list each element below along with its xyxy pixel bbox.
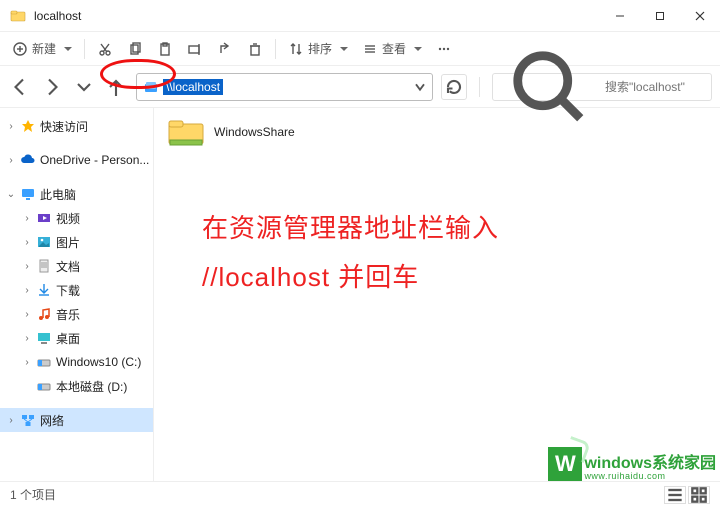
star-icon — [20, 118, 36, 134]
watermark-line1: windows系统家园 — [584, 456, 716, 472]
list-item[interactable]: WindowsShare — [168, 118, 706, 146]
sidebar-item-desktop[interactable]: ›桌面 — [0, 326, 153, 350]
forward-button[interactable] — [40, 75, 64, 99]
sidebar-label: 下载 — [56, 282, 80, 299]
sidebar-item-videos[interactable]: ›视频 — [0, 206, 153, 230]
refresh-button[interactable] — [441, 74, 467, 100]
main-area: ›快速访问 ›OneDrive - Person... ⌄此电脑 ›视频 ›图片… — [0, 108, 720, 481]
back-button[interactable] — [8, 75, 32, 99]
sidebar-label: Windows10 (C:) — [56, 355, 141, 369]
maximize-button[interactable] — [640, 0, 680, 32]
sidebar-label: 文档 — [56, 258, 80, 275]
delete-button[interactable] — [241, 35, 269, 63]
recent-dropdown[interactable] — [72, 75, 96, 99]
picture-icon — [36, 234, 52, 250]
sidebar-item-network[interactable]: ›网络 — [0, 408, 153, 432]
video-icon — [36, 210, 52, 226]
music-icon — [36, 306, 52, 322]
sidebar-item-drive-c[interactable]: ›Windows10 (C:) — [0, 350, 153, 374]
address-dropdown[interactable] — [412, 79, 428, 95]
view-button[interactable]: 查看 — [356, 35, 428, 63]
sidebar-label: 桌面 — [56, 330, 80, 347]
sidebar-item-drive-d[interactable]: 本地磁盘 (D:) — [0, 374, 153, 398]
minimize-button[interactable] — [600, 0, 640, 32]
view-button-label: 查看 — [382, 40, 406, 57]
window-title: localhost — [34, 9, 81, 23]
network-icon — [20, 412, 36, 428]
new-button-label: 新建 — [32, 40, 56, 57]
download-icon — [36, 282, 52, 298]
sidebar-label: OneDrive - Person... — [40, 153, 149, 167]
document-icon — [36, 258, 52, 274]
pc-icon — [20, 186, 36, 202]
search-box[interactable] — [492, 73, 712, 101]
up-button[interactable] — [104, 75, 128, 99]
sidebar-item-quick-access[interactable]: ›快速访问 — [0, 114, 153, 138]
address-bar[interactable]: \\localhost — [136, 73, 433, 101]
rename-button[interactable] — [181, 35, 209, 63]
sidebar-item-music[interactable]: ›音乐 — [0, 302, 153, 326]
overlay-line1: 在资源管理器地址栏输入 — [202, 204, 499, 253]
sidebar-item-downloads[interactable]: ›下载 — [0, 278, 153, 302]
watermark-badge: W — [548, 447, 582, 481]
status-bar: 1 个项目 — [0, 481, 720, 507]
cut-button[interactable] — [91, 35, 119, 63]
sort-button-label: 排序 — [308, 40, 332, 57]
separator — [275, 39, 276, 59]
separator — [84, 39, 85, 59]
new-button[interactable]: 新建 — [6, 35, 78, 63]
sidebar-item-this-pc[interactable]: ⌄此电脑 — [0, 182, 153, 206]
separator — [479, 77, 480, 97]
search-input[interactable] — [605, 80, 705, 94]
desktop-icon — [36, 330, 52, 346]
details-view-button[interactable] — [664, 486, 686, 504]
location-icon — [143, 79, 159, 95]
sidebar-label: 音乐 — [56, 306, 80, 323]
paste-button[interactable] — [151, 35, 179, 63]
sidebar-item-onedrive[interactable]: ›OneDrive - Person... — [0, 148, 153, 172]
watermark-line2: www.ruihaidu.com — [584, 472, 716, 481]
view-mode-toggle — [664, 486, 710, 504]
item-count: 1 个项目 — [10, 486, 56, 503]
icons-view-button[interactable] — [688, 486, 710, 504]
copy-button[interactable] — [121, 35, 149, 63]
sidebar-label: 图片 — [56, 234, 80, 251]
sidebar-item-pictures[interactable]: ›图片 — [0, 230, 153, 254]
sidebar: ›快速访问 ›OneDrive - Person... ⌄此电脑 ›视频 ›图片… — [0, 108, 154, 481]
drive-icon — [36, 354, 52, 370]
sidebar-label: 此电脑 — [40, 186, 76, 203]
sidebar-item-documents[interactable]: ›文档 — [0, 254, 153, 278]
address-text: \\localhost — [163, 79, 223, 95]
titlebar: localhost — [0, 0, 720, 32]
sidebar-label: 视频 — [56, 210, 80, 227]
sort-button[interactable]: 排序 — [282, 35, 354, 63]
sidebar-label: 网络 — [40, 412, 64, 429]
more-button[interactable] — [430, 35, 458, 63]
sidebar-label: 快速访问 — [40, 118, 88, 135]
instruction-overlay: 在资源管理器地址栏输入 //localhost 并回车 — [202, 204, 499, 303]
toolbar: 新建 排序 查看 — [0, 32, 720, 66]
nav-row: \\localhost — [0, 66, 720, 108]
content-pane[interactable]: WindowsShare 在资源管理器地址栏输入 //localhost 并回车 — [154, 108, 720, 481]
share-button[interactable] — [211, 35, 239, 63]
close-button[interactable] — [680, 0, 720, 32]
cloud-icon — [20, 152, 36, 168]
app-icon — [10, 8, 26, 24]
drive-icon — [36, 378, 52, 394]
shared-folder-icon — [168, 118, 204, 146]
sidebar-label: 本地磁盘 (D:) — [56, 378, 127, 395]
overlay-line2: //localhost 并回车 — [202, 253, 499, 302]
watermark: W windows系统家园 www.ruihaidu.com — [548, 447, 716, 481]
item-name: WindowsShare — [214, 125, 295, 139]
